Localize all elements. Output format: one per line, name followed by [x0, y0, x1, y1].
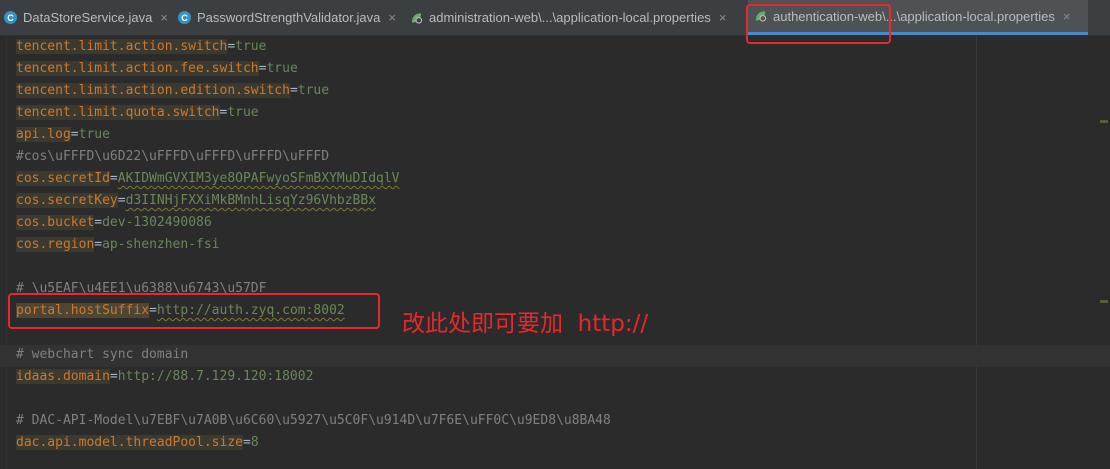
property-value: true [235, 39, 267, 54]
close-icon[interactable]: × [719, 10, 727, 25]
property-key: tencent.limit.action.fee.switch [16, 61, 259, 76]
code-line[interactable]: tencent.limit.action.fee.switch=true [16, 58, 298, 80]
property-key: api.log [16, 127, 71, 142]
tab-label: PasswordStrengthValidator.java [197, 10, 381, 25]
editor-tab-bar: C DataStoreService.java × C PasswordStre… [0, 0, 1110, 36]
code-line[interactable]: cos.secretKey=d3IINHjFXXiMkBMnhLisqYz96V… [16, 190, 376, 212]
equals-sign: = [227, 39, 236, 54]
equals-sign: = [94, 237, 103, 252]
property-value: dev-1302490086 [102, 215, 212, 230]
code-line[interactable]: # DAC-API-Model\u7EBF\u7A0B\u6C60\u5927\… [16, 410, 611, 432]
property-key: cos.secretId [16, 171, 110, 186]
property-value: AKIDWmGVXIM3ye8OPAFwyoSFmBXYMuDIdqlV [117, 171, 400, 186]
close-icon[interactable]: × [388, 10, 396, 25]
tab-datastoreservice[interactable]: C DataStoreService.java × [4, 0, 174, 35]
equals-sign: = [117, 193, 126, 208]
comment-text: #cos\uFFFD\u6D22\uFFFD\uFFFD\uFFFD\uFFFD [16, 149, 330, 164]
tab-passwordstrengthvalidator[interactable]: C PasswordStrengthValidator.java × [178, 0, 400, 35]
equals-sign: = [242, 435, 251, 450]
property-value: true [78, 127, 110, 142]
tab-highlight-box [746, 4, 891, 44]
comment-text: # DAC-API-Model\u7EBF\u7A0B\u6C60\u5927\… [16, 413, 611, 428]
code-line[interactable]: dac.api.model.threadPool.size=8 [16, 432, 259, 454]
code-line[interactable]: tencent.limit.quota.switch=true [16, 102, 259, 124]
property-key: cos.secretKey [16, 193, 118, 208]
code-line[interactable]: tencent.limit.action.edition.switch=true [16, 80, 329, 102]
property-value: 8 [250, 435, 259, 450]
scrollbar-marker [1100, 300, 1108, 303]
equals-sign: = [70, 127, 79, 142]
property-key: cos.region [16, 237, 95, 252]
property-value: true [297, 83, 330, 98]
tab-label: DataStoreService.java [23, 10, 153, 25]
code-line[interactable]: # webchart sync domain [16, 344, 188, 366]
property-key: tencent.limit.quota.switch [16, 105, 220, 120]
property-value: ap-shenzhen-fsi [102, 237, 220, 252]
scrollbar-marker [1100, 120, 1108, 123]
line-highlight-box [8, 293, 380, 329]
code-line[interactable]: #cos\uFFFD\u6D22\uFFFD\uFFFD\uFFFD\uFFFD [16, 146, 329, 168]
class-icon: C [178, 11, 191, 24]
property-key: dac.api.model.threadPool.size [16, 435, 243, 450]
property-value: http://88.7.129.120:18002 [117, 369, 314, 384]
code-line[interactable]: tencent.limit.action.switch=true [16, 36, 266, 58]
equals-sign: = [289, 83, 298, 98]
property-key: tencent.limit.action.switch [16, 39, 228, 54]
code-line[interactable]: cos.bucket=dev-1302490086 [16, 212, 212, 234]
spring-leaf-icon [410, 11, 423, 24]
code-line[interactable]: cos.secretId=AKIDWmGVXIM3ye8OPAFwyoSFmBX… [16, 168, 400, 190]
property-value: true [266, 61, 298, 76]
annotation-text: 改此处即可要加 http:// [402, 311, 649, 337]
close-icon[interactable]: × [160, 10, 168, 25]
property-key: cos.bucket [16, 215, 95, 230]
code-line[interactable]: cos.region=ap-shenzhen-fsi [16, 234, 220, 256]
class-icon: C [4, 11, 17, 24]
close-icon[interactable]: × [1063, 9, 1071, 24]
property-value: d3IINHjFXXiMkBMnhLisqYz96VhbzBBx [125, 193, 377, 208]
property-key: idaas.domain [16, 369, 110, 384]
comment-text: # webchart sync domain [16, 347, 189, 362]
tab-label: administration-web\...\application-local… [429, 10, 711, 25]
property-key: tencent.limit.action.edition.switch [16, 83, 290, 98]
equals-sign: = [109, 369, 118, 384]
tab-administration-web-properties[interactable]: administration-web\...\application-local… [410, 0, 746, 35]
property-value: true [227, 105, 259, 120]
code-line[interactable]: idaas.domain=http://88.7.129.120:18002 [16, 366, 313, 388]
code-line[interactable]: api.log=true [16, 124, 110, 146]
equals-sign: = [109, 171, 118, 186]
equals-sign: = [94, 215, 103, 230]
